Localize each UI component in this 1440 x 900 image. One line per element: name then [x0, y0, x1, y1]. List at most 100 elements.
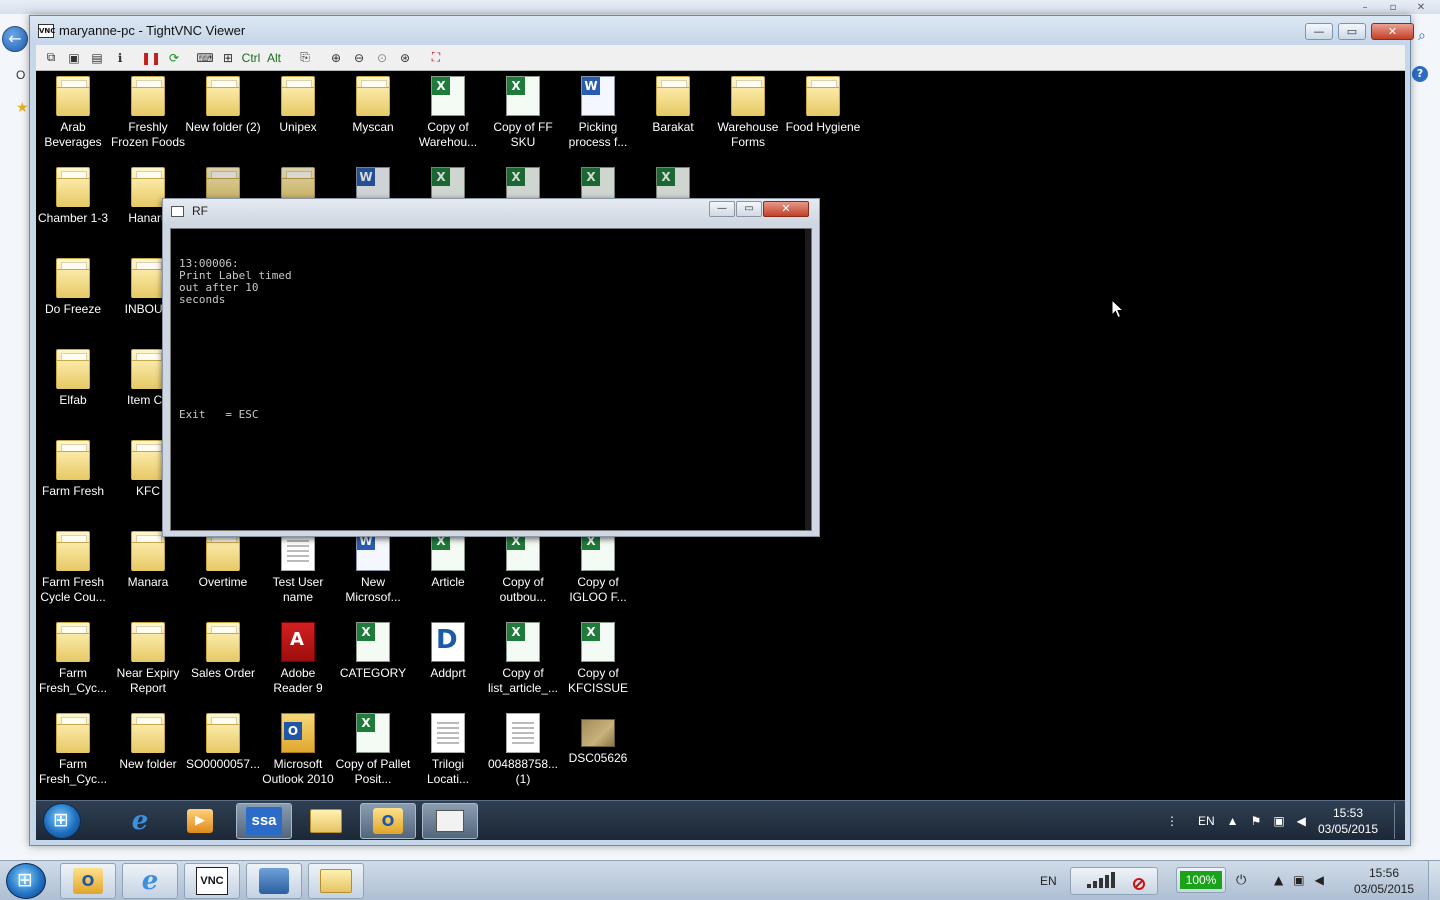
desktop-icon-folder[interactable]: Elfab — [36, 349, 111, 408]
desktop-icon-word[interactable]: New Microsof... — [335, 531, 411, 605]
save-icon[interactable]: ▣ — [63, 48, 85, 68]
desktop-icon-folder[interactable]: Freshly Frozen Foods — [110, 76, 186, 150]
desktop-icon-outlook[interactable]: Microsoft Outlook 2010 — [260, 713, 336, 787]
host-show-desktop-button[interactable] — [1428, 861, 1440, 900]
maximize-button[interactable]: ▭ — [1338, 23, 1366, 40]
desktop-icon-doc[interactable]: Trilogi Locati... — [410, 713, 486, 787]
rf-close-button[interactable]: ✕ — [763, 201, 809, 217]
network-icon[interactable]: ▣ — [1273, 814, 1284, 828]
pause-icon[interactable]: ❚❚ — [140, 48, 162, 68]
clipboard-icon[interactable]: ⎘ — [294, 48, 316, 68]
desktop-icon-folder[interactable]: Farm Fresh_Cyc... — [36, 713, 111, 787]
show-hidden-icons-icon[interactable]: ▲ — [1274, 873, 1283, 887]
host-taskbar-outlook[interactable]: O — [60, 863, 116, 899]
desktop-icon-excel[interactable]: Article — [410, 531, 486, 590]
desktop-icon-word[interactable]: Picking process f... — [560, 76, 636, 150]
new-connection-icon[interactable]: ⧉ — [40, 48, 62, 68]
desktop-icon-excel[interactable]: CATEGORY — [335, 622, 411, 681]
remote-clock[interactable]: 15:53 03/05/2015 — [1306, 805, 1390, 837]
alt-key-button[interactable]: Alt — [263, 48, 285, 68]
host-maximize-icon[interactable]: ▫ — [1382, 2, 1404, 14]
zoom-out-icon[interactable]: ⊖ — [348, 48, 370, 68]
taskbar-media-player[interactable]: ▶ — [172, 803, 228, 839]
desktop-icon-folder[interactable]: Barakat — [635, 76, 711, 135]
host-taskbar-windows-explorer[interactable] — [308, 863, 364, 899]
host-start-button[interactable] — [6, 863, 46, 899]
taskbar-outlook[interactable]: O — [360, 803, 416, 839]
vnc-titlebar[interactable]: VNC maryanne-pc - TightVNC Viewer — ▭ ✕ — [30, 16, 1414, 46]
fullscreen-icon[interactable]: ⛶ — [425, 48, 447, 68]
host-minimize-icon[interactable]: – — [1354, 2, 1376, 14]
host-close-icon[interactable]: ✕ — [1410, 2, 1432, 14]
remote-start-button[interactable] — [43, 803, 81, 839]
desktop-icon-excel[interactable]: Copy of IGLOO F... — [560, 531, 636, 605]
ctrl-key-button[interactable]: Ctrl — [240, 48, 262, 68]
taskbar-windows-explorer[interactable] — [298, 803, 354, 839]
desktop-icon-folder[interactable]: Chamber 1-3 — [36, 167, 111, 226]
volume-icon[interactable]: ◀ — [1297, 814, 1306, 828]
network-icon[interactable]: ▣ — [1293, 873, 1304, 887]
desktop-icon-folder[interactable]: Manara — [110, 531, 186, 590]
rf-maximize-button[interactable]: ▭ — [736, 201, 762, 217]
desktop-icon-excel[interactable]: Copy of FF SKU — [485, 76, 561, 150]
desktop-icon-excel[interactable]: Copy of Pallet Posit... — [335, 713, 411, 787]
zoom-in-icon[interactable]: ⊕ — [325, 48, 347, 68]
rf-minimize-button[interactable]: — — [709, 201, 735, 217]
desktop-icon-doc[interactable]: 004888758... (1) — [485, 713, 561, 787]
desktop-icon-folder[interactable]: Unipex — [260, 76, 336, 135]
battery-indicator[interactable]: 100% — [1176, 867, 1226, 893]
desktop-icon-folder[interactable]: Farm Fresh Cycle Cou... — [36, 531, 111, 605]
show-hidden-icons-icon[interactable]: ▲ — [1227, 814, 1239, 828]
desktop-icon-folder[interactable]: SO0000057... — [185, 713, 261, 772]
desktop-icon-folder[interactable]: Myscan — [335, 76, 411, 135]
taskbar-internet-explorer[interactable]: e — [112, 803, 168, 839]
taskbar-rf-console[interactable] — [422, 803, 478, 839]
help-icon[interactable]: ? — [1412, 66, 1428, 82]
desktop-icon-excel[interactable]: Copy of outbou... — [485, 531, 561, 605]
desktop-icon-folder[interactable]: Overtime — [185, 531, 261, 590]
signal-strength-icon[interactable] — [1070, 867, 1158, 895]
desktop-icon-folder[interactable]: Farm Fresh_Cyc... — [36, 622, 111, 696]
rf-console-screen[interactable]: 13:00006: Print Label timed out after 10… — [170, 228, 812, 531]
remote-show-desktop-button[interactable] — [1394, 803, 1404, 839]
desktop-icon-folder[interactable]: Do Freeze — [36, 258, 111, 317]
desktop-icon-excel[interactable]: Copy of KFCISSUE — [560, 622, 636, 696]
volume-icon[interactable]: ◀ — [1315, 873, 1324, 887]
desktop-icon-excel[interactable]: Copy of list_article_... — [485, 622, 561, 696]
action-center-flag-icon[interactable]: ⚑ — [1251, 814, 1262, 828]
options-icon[interactable]: ▤ — [86, 48, 108, 68]
win-key-icon[interactable]: ⊞ — [217, 48, 239, 68]
refresh-icon[interactable]: ⟳ — [163, 48, 185, 68]
desktop-icon-folder[interactable]: Near Expiry Report — [110, 622, 186, 696]
host-clock[interactable]: 15:56 03/05/2015 — [1346, 865, 1422, 897]
host-language-indicator[interactable]: EN — [1040, 874, 1057, 888]
desktop-icon-doc[interactable]: Test User name — [260, 531, 336, 605]
minimize-button[interactable]: — — [1305, 23, 1333, 40]
close-button[interactable]: ✕ — [1371, 23, 1414, 40]
desktop-icon-folder[interactable]: New folder — [110, 713, 186, 772]
desktop-icon-excel[interactable]: Copy of Warehou... — [410, 76, 486, 150]
taskbar-ssa[interactable]: ssa — [236, 803, 292, 839]
connection-info-icon[interactable]: ℹ — [109, 48, 131, 68]
desktop-icon-pdf[interactable]: Adobe Reader 9 — [260, 622, 336, 696]
desktop-icon-folder[interactable]: Food Hygiene — [785, 76, 861, 135]
host-taskbar-remote-desktop[interactable] — [246, 863, 302, 899]
console-scrollbar[interactable] — [805, 229, 811, 530]
back-arrow-icon[interactable]: ← — [2, 26, 28, 52]
host-taskbar-internet-explorer[interactable]: e — [122, 863, 178, 899]
desktop-icon-folder[interactable]: Arab Beverages — [36, 76, 111, 150]
desktop-icon-photo[interactable]: DSC05626 — [560, 713, 636, 766]
ctrl-alt-del-icon[interactable]: ⌨ — [194, 48, 216, 68]
rf-titlebar[interactable]: RF — ▭ ✕ — [163, 199, 819, 224]
power-plug-icon[interactable]: ⏻ — [1236, 873, 1246, 888]
language-indicator[interactable]: EN — [1198, 814, 1215, 828]
desktop-icon-folder[interactable]: Warehouse Forms — [710, 76, 786, 150]
favorites-star-icon[interactable]: ★ — [16, 100, 29, 116]
search-icon[interactable]: ⌕ — [1418, 28, 1434, 44]
desktop-icon-folder[interactable]: New folder (2) — [185, 76, 261, 135]
zoom-fit-icon[interactable]: ⊛ — [394, 48, 416, 68]
desktop-icon-folder[interactable]: Sales Order — [185, 622, 261, 681]
desktop-icon-addprt[interactable]: Addprt — [410, 622, 486, 681]
desktop-icon-folder[interactable]: Farm Fresh — [36, 440, 111, 499]
host-taskbar-tightvnc[interactable]: VNC — [184, 863, 240, 899]
